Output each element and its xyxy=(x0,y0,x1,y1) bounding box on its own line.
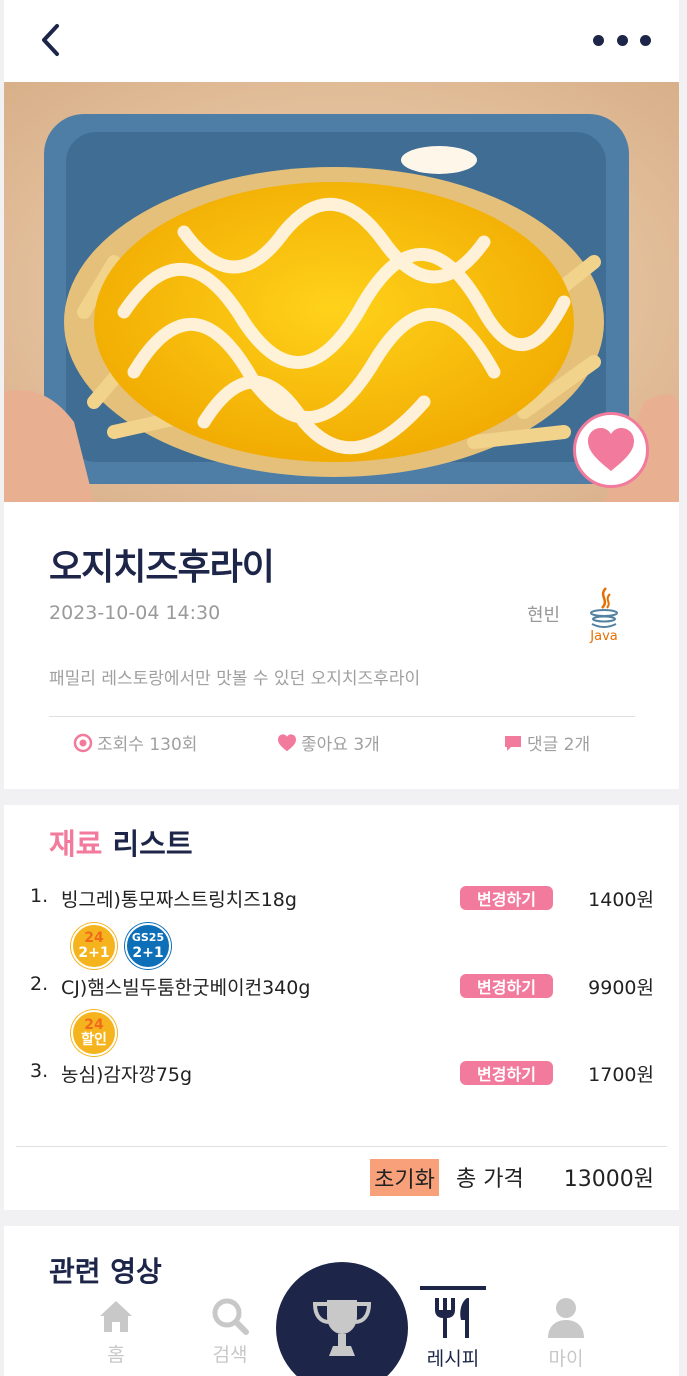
ingredient-price: 1700원 xyxy=(588,1064,654,1086)
nav-home-label: 홈 xyxy=(107,1344,125,1366)
home-icon xyxy=(100,1301,132,1332)
ingredient-name: CJ)햄스빌두툼한굿베이컨340g xyxy=(61,977,311,999)
top-bar xyxy=(4,0,679,82)
author-avatar[interactable]: Java xyxy=(584,586,624,644)
ingredient-number: 3. xyxy=(30,1060,49,1082)
more-dot xyxy=(616,34,628,46)
change-ingredient-button[interactable]: 변경하기 xyxy=(460,974,553,998)
ingredient-price: 1400원 xyxy=(588,889,654,911)
nav-active-indicator xyxy=(420,1286,486,1290)
more-options-button[interactable] xyxy=(587,26,657,54)
ingredient-number: 1. xyxy=(30,885,49,907)
nav-recipe-label: 레시피 xyxy=(426,1348,480,1370)
like-count[interactable]: 좋아요 3개 xyxy=(277,730,380,755)
author-name[interactable]: 현빈 xyxy=(527,601,560,627)
search-icon xyxy=(212,1298,249,1335)
nav-search[interactable]: 검색 xyxy=(190,1296,270,1376)
nav-home[interactable]: 홈 xyxy=(76,1296,156,1376)
nav-my-label: 마이 xyxy=(548,1348,584,1370)
divider xyxy=(16,1146,667,1147)
ingredient-number: 2. xyxy=(30,973,49,995)
emart24-promo-badge: 24 할인 xyxy=(71,1010,117,1056)
ingredient-list-title: 재료 리스트 xyxy=(49,827,193,861)
nav-search-label: 검색 xyxy=(212,1344,248,1366)
divider xyxy=(49,716,635,717)
recipe-description: 패밀리 레스토랑에서만 맛볼 수 있던 오지치즈후라이 xyxy=(49,669,421,689)
ingredient-list-card: 재료 리스트 1. 빙그레)통모짜스트링치즈18g 변경하기 1400원 24 2… xyxy=(4,805,679,1210)
java-logo-icon: Java xyxy=(589,587,618,644)
nav-recipe[interactable]: 레시피 xyxy=(413,1296,493,1376)
total-price-value: 13000원 xyxy=(563,1167,654,1192)
heart-icon xyxy=(588,428,634,471)
comment-count-text: 댓글 2개 xyxy=(527,735,591,755)
recipe-photo xyxy=(4,82,679,502)
reset-button[interactable]: 초기화 xyxy=(370,1159,439,1196)
total-price-label: 총 가격 xyxy=(456,1167,524,1192)
java-logo-text: Java xyxy=(589,629,617,644)
view-count-text: 조회수 130회 xyxy=(97,735,198,755)
user-icon xyxy=(548,1298,584,1338)
heart-icon xyxy=(277,733,297,752)
chevron-left-icon xyxy=(42,24,59,56)
fork-knife-icon xyxy=(435,1298,469,1338)
recipe-date: 2023-10-04 14:30 xyxy=(49,602,221,624)
back-button[interactable] xyxy=(32,20,68,60)
more-dot xyxy=(640,34,651,46)
favorite-button[interactable] xyxy=(573,412,649,488)
related-video-title: 관련 영상 xyxy=(49,1255,162,1288)
ingredient-row: 1. 빙그레)통모짜스트링치즈18g 변경하기 1400원 xyxy=(4,885,679,915)
ingredient-row: 3. 농심)감자깡75g 변경하기 1700원 xyxy=(4,1060,679,1090)
change-ingredient-button[interactable]: 변경하기 xyxy=(460,1061,553,1085)
ingredient-name: 빙그레)통모짜스트링치즈18g xyxy=(61,889,297,911)
gs25-promo-badge: GS25 2+1 xyxy=(125,923,171,969)
eye-icon xyxy=(73,733,93,753)
like-count-text: 좋아요 3개 xyxy=(301,735,380,755)
comment-icon xyxy=(503,733,523,753)
ingredient-row: 2. CJ)햄스빌두툼한굿베이컨340g 변경하기 9900원 xyxy=(4,973,679,1003)
ingredient-name: 농심)감자깡75g xyxy=(61,1064,193,1086)
change-ingredient-button[interactable]: 변경하기 xyxy=(460,886,553,910)
more-dot xyxy=(593,34,604,46)
emart24-promo-badge: 24 2+1 xyxy=(71,923,117,969)
recipe-info-card: 오지치즈후라이 2023-10-04 14:30 현빈 Java 패밀리 레스토… xyxy=(4,502,679,789)
ingredient-price: 9900원 xyxy=(588,977,654,999)
nav-my[interactable]: 마이 xyxy=(526,1296,606,1376)
view-count: 조회수 130회 xyxy=(73,730,197,755)
trophy-icon xyxy=(312,1300,372,1356)
comment-count[interactable]: 댓글 2개 xyxy=(503,730,590,755)
recipe-title: 오지치즈후라이 xyxy=(49,547,275,588)
